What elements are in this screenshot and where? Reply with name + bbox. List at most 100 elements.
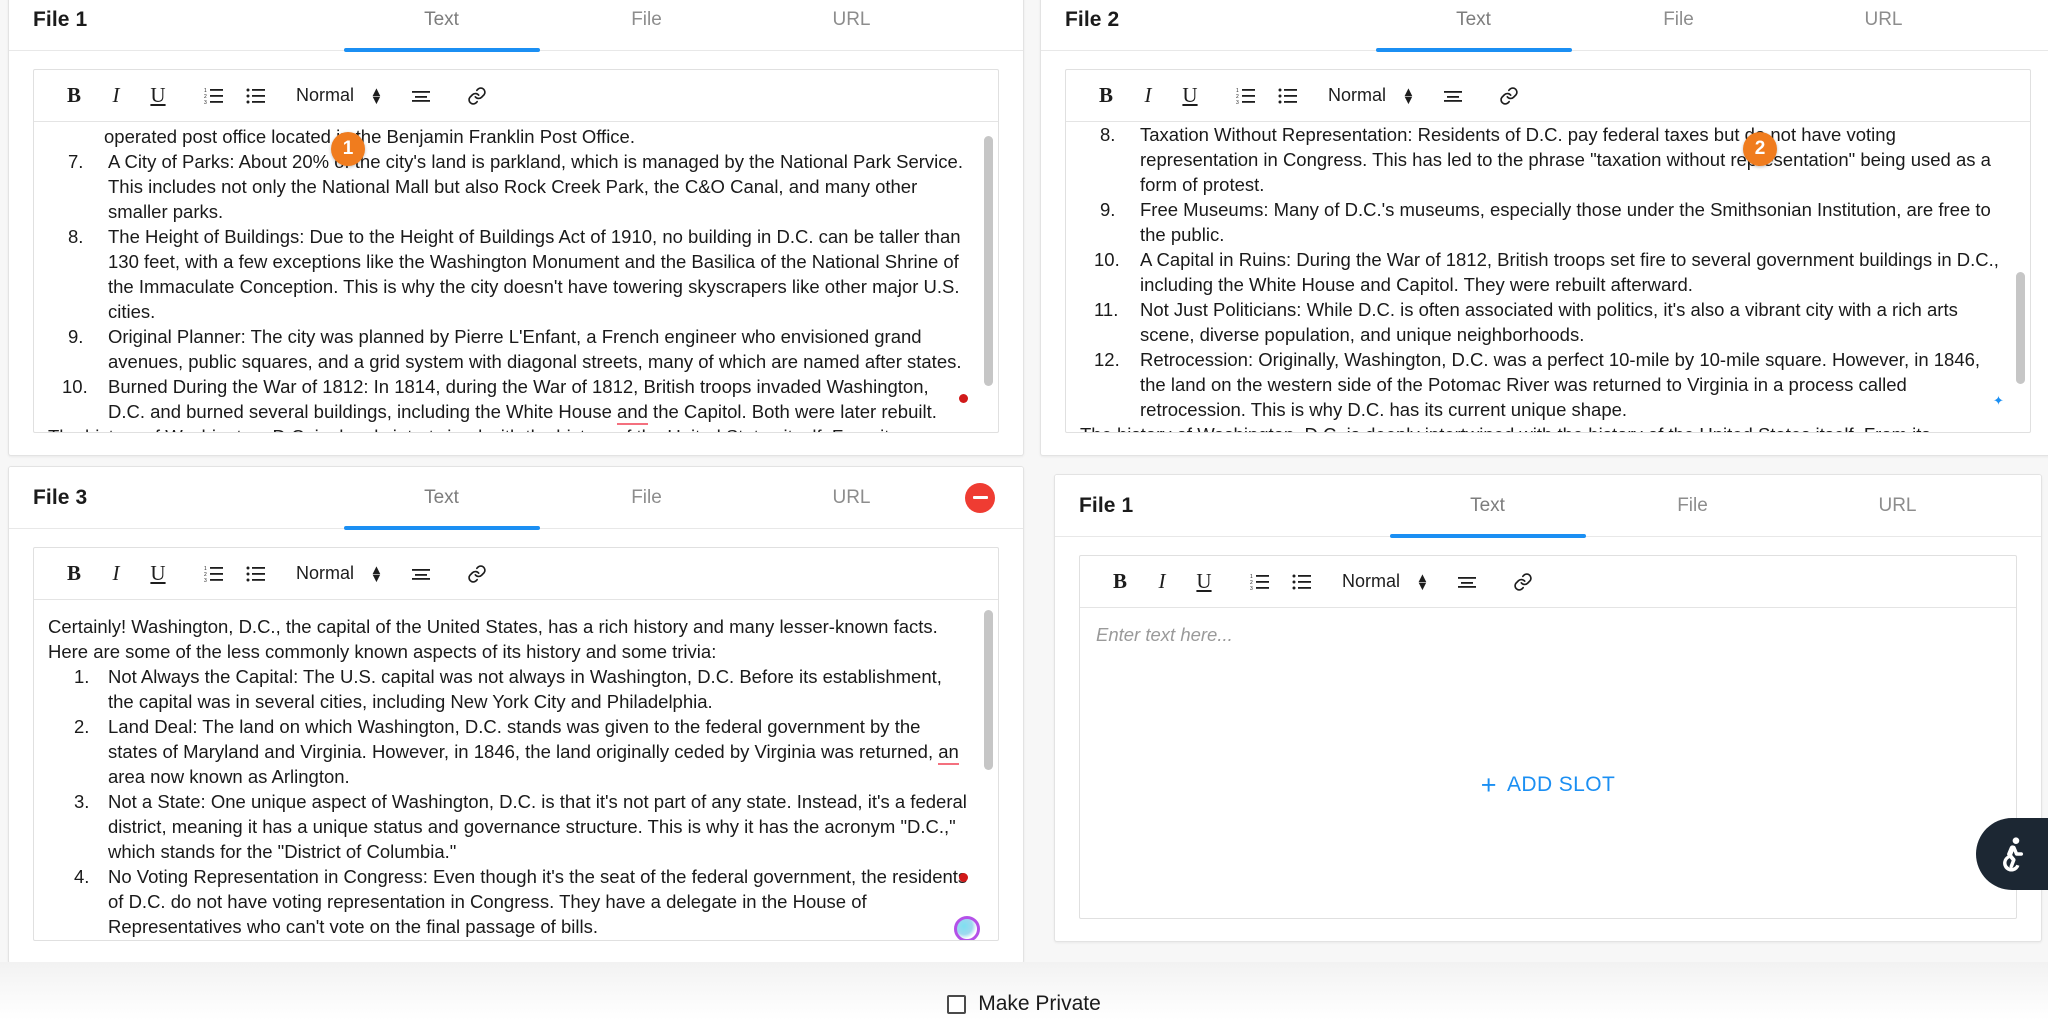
list-item-text: Land Deal: The land on which Washington,… <box>108 716 959 787</box>
editor-toolbar: B I U 123 Normal ▲ ▼ <box>1066 70 2030 122</box>
underline-icon[interactable]: U <box>140 556 176 592</box>
chevron-updown-icon[interactable]: ▲ ▼ <box>370 563 383 584</box>
tab-file[interactable]: File <box>1576 0 1781 51</box>
make-private-row[interactable]: Make Private <box>947 992 1101 1016</box>
tab-url[interactable]: URL <box>749 467 954 529</box>
format-select[interactable]: Normal ▲ ▼ <box>296 85 383 106</box>
align-icon[interactable] <box>1449 564 1485 600</box>
step-marker-1: 1 <box>331 132 365 166</box>
list-marker: 3. <box>74 791 90 812</box>
tab-text[interactable]: Text <box>339 0 544 51</box>
align-icon[interactable] <box>1435 78 1471 114</box>
list-item: 11. Not Just Politicians: While D.C. is o… <box>1094 297 2000 347</box>
format-select[interactable]: Normal ▲ ▼ <box>296 563 383 584</box>
list-item: 12. Retrocession: Originally, Washington,… <box>1094 347 2000 422</box>
align-icon[interactable] <box>403 556 439 592</box>
link-icon[interactable] <box>459 78 495 114</box>
bullet-list-icon[interactable] <box>1284 564 1320 600</box>
editor-document[interactable]: Enter text here... + ADD SLOT <box>1080 608 2016 918</box>
mouse-cursor <box>954 916 980 940</box>
editor-scrollbar[interactable] <box>984 610 993 770</box>
ordered-list-icon[interactable]: 123 <box>196 78 232 114</box>
italic-icon[interactable]: I <box>98 78 134 114</box>
editor-wrapper: B I U 123 Normal ▲ ▼ <box>1055 537 2041 941</box>
format-select-value: Normal <box>296 563 355 583</box>
slot-card-file-2: File 2 Text File URL B I U 123 Normal ▲ … <box>1040 0 2048 456</box>
slot-title: File 3 <box>33 485 88 509</box>
list-item: 4. No Voting Representation in Congress: … <box>74 864 968 939</box>
underline-icon[interactable]: U <box>1172 78 1208 114</box>
link-icon[interactable] <box>1491 78 1527 114</box>
tab-file[interactable]: File <box>1590 475 1795 537</box>
list-marker: 9. <box>68 326 84 347</box>
align-icon[interactable] <box>403 78 439 114</box>
ordered-list-icon[interactable]: 123 <box>1228 78 1264 114</box>
chevron-updown-icon[interactable]: ▲ ▼ <box>1416 571 1429 592</box>
tab-file[interactable]: File <box>544 467 749 529</box>
bold-icon[interactable]: B <box>56 556 92 592</box>
tab-text[interactable]: Text <box>1385 475 1590 537</box>
list-marker: 9. <box>1100 199 1116 220</box>
step-marker-2: 2 <box>1743 132 1777 166</box>
underline-icon[interactable]: U <box>1186 564 1222 600</box>
make-private-checkbox[interactable] <box>947 994 967 1014</box>
bold-icon[interactable]: B <box>56 78 92 114</box>
list-marker: 7. <box>68 151 84 172</box>
list-item-text: Burned During the War of 1812: In 1814, … <box>108 376 937 425</box>
editor-toolbar: B I U 123 Normal ▲ ▼ <box>1080 556 2016 608</box>
slot-title: File 1 <box>33 7 88 31</box>
format-select[interactable]: Normal ▲ ▼ <box>1342 571 1429 592</box>
italic-icon[interactable]: I <box>98 556 134 592</box>
bold-icon[interactable]: B <box>1102 564 1138 600</box>
list-item-text: Not Just Politicians: While D.C. is ofte… <box>1140 299 1958 345</box>
add-slot-button[interactable]: + ADD SLOT <box>1481 771 1615 798</box>
link-icon[interactable] <box>1505 564 1541 600</box>
slot-card-file-1: File 1 Text File URL B I U 123 Normal ▲ … <box>8 0 1024 456</box>
editor-document[interactable]: Certainly! Washington, D.C., the capital… <box>34 600 998 940</box>
bold-icon[interactable]: B <box>1088 78 1124 114</box>
remove-slot-button[interactable] <box>965 482 995 513</box>
editor-scrollbar[interactable] <box>984 136 993 386</box>
editor-scrollbar[interactable] <box>2016 272 2025 384</box>
document-body: operated post office located in the Benj… <box>34 122 998 432</box>
tab-url[interactable]: URL <box>1781 0 1986 51</box>
underline-icon[interactable]: U <box>140 78 176 114</box>
bullet-list-icon[interactable] <box>1270 78 1306 114</box>
slot-card-empty: File 1 Text File URL B I U 123 Normal ▲ … <box>1054 474 2042 942</box>
list-marker: 4. <box>74 866 90 887</box>
paragraph-tail: The history of Washington, D.C. is deepl… <box>48 424 968 432</box>
ordered-list-icon[interactable]: 123 <box>196 556 232 592</box>
tab-url[interactable]: URL <box>749 0 954 51</box>
svg-text:3: 3 <box>1250 586 1253 592</box>
list-item-text: Not a State: One unique aspect of Washin… <box>108 791 967 862</box>
list-item-text: Original Planner: The city was planned b… <box>108 326 962 372</box>
sync-indicator-icon: ✦ <box>1993 393 2004 408</box>
chevron-updown-icon[interactable]: ▲ ▼ <box>1402 85 1415 106</box>
list-item: 3. Not a State: One unique aspect of Wash… <box>74 789 968 864</box>
italic-icon[interactable]: I <box>1130 78 1166 114</box>
italic-icon[interactable]: I <box>1144 564 1180 600</box>
accessibility-button[interactable] <box>1976 818 2048 890</box>
editor-document[interactable]: operated post office located in the Benj… <box>34 122 998 432</box>
bullet-list-icon[interactable] <box>238 78 274 114</box>
list-marker: 8. <box>68 226 84 247</box>
chevron-updown-icon[interactable]: ▲ ▼ <box>370 85 383 106</box>
tab-text[interactable]: Text <box>1371 0 1576 51</box>
format-select[interactable]: Normal ▲ ▼ <box>1328 85 1415 106</box>
link-icon[interactable] <box>459 556 495 592</box>
list-item-text: A Capital in Ruins: During the War of 18… <box>1140 249 1999 295</box>
accessibility-wheelchair-icon <box>2003 837 2024 872</box>
ordered-list-icon[interactable]: 123 <box>1242 564 1278 600</box>
editor-document[interactable]: 8. Taxation Without Representation: Resid… <box>1066 122 2030 432</box>
rich-text-editor: B I U 123 Normal ▲ ▼ <box>1065 69 2031 433</box>
tab-text[interactable]: Text <box>339 467 544 529</box>
list-item-text: Retrocession: Originally, Washington, D.… <box>1140 349 1981 420</box>
slot-title: File 1 <box>1079 493 1134 517</box>
slot-tabs: Text File URL <box>1371 0 1986 51</box>
list-marker: 12. <box>1094 349 1120 370</box>
bullet-list-icon[interactable] <box>238 556 274 592</box>
tab-file[interactable]: File <box>544 0 749 51</box>
format-select-value: Normal <box>1328 85 1387 105</box>
tab-url[interactable]: URL <box>1795 475 2000 537</box>
list-marker: 10. <box>62 376 88 397</box>
